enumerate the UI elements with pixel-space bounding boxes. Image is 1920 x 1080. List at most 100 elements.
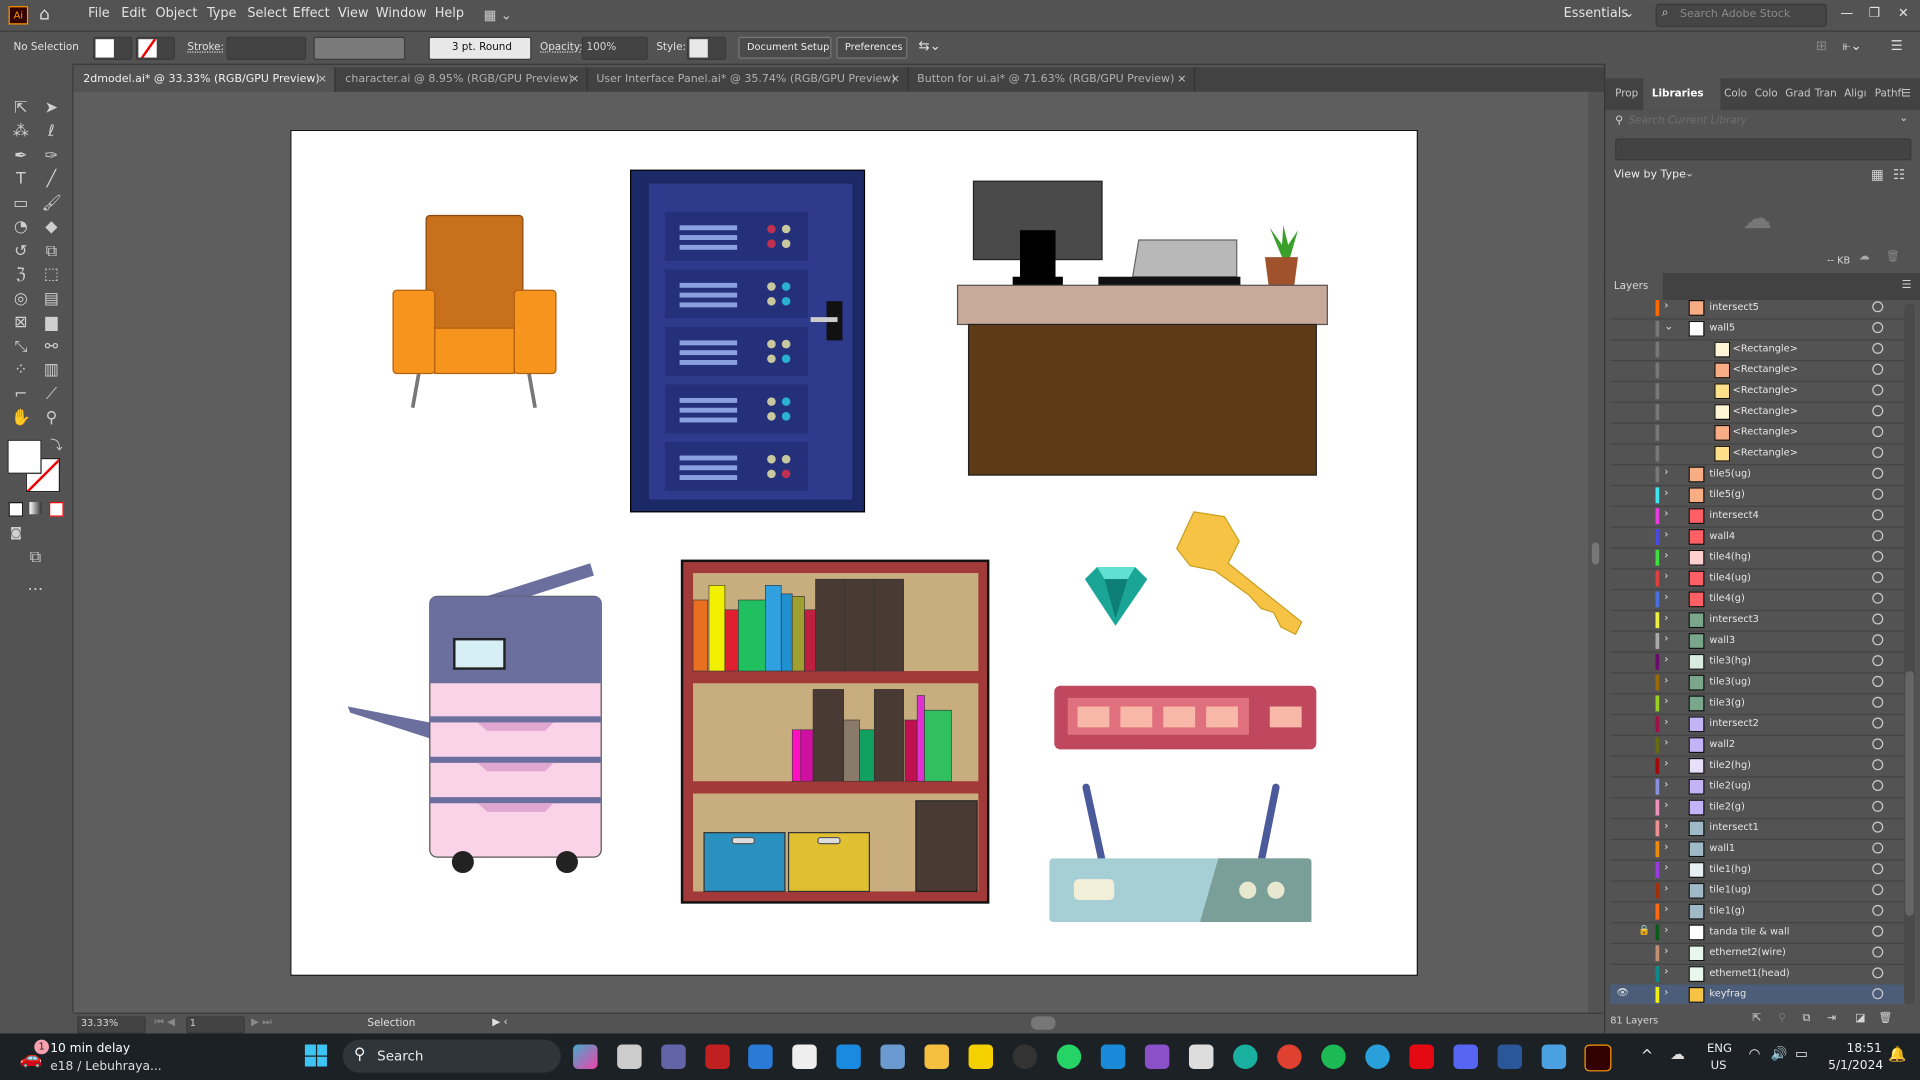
fill-swatch[interactable] — [93, 36, 133, 60]
layer-row[interactable]: › tile1(g) — [1610, 901, 1905, 924]
layer-target-icon[interactable] — [1872, 426, 1884, 438]
layer-target-icon[interactable] — [1872, 509, 1884, 521]
artboard-tool-icon[interactable]: ⌐ — [11, 386, 31, 406]
align-icon[interactable]: ⇆⌄ — [918, 38, 941, 54]
artboard-nav-last-icon[interactable]: ▶ ⏭ — [251, 1016, 272, 1028]
diamond-illustration[interactable] — [1084, 566, 1148, 626]
variable-width-profile[interactable] — [313, 36, 406, 60]
chevron-right-icon[interactable]: › — [1664, 883, 1668, 895]
stroke-swatch[interactable] — [135, 36, 176, 60]
arrange-icon[interactable]: ⊞ — [1816, 38, 1827, 54]
panel-menu-icon[interactable]: ☰ — [1902, 78, 1911, 110]
layer-row[interactable]: › tile2(hg) — [1610, 756, 1905, 778]
layer-target-icon[interactable] — [1872, 342, 1884, 354]
edge-icon[interactable] — [1233, 1044, 1258, 1069]
media-player-icon[interactable] — [1012, 1044, 1038, 1069]
clipping-mask-icon[interactable]: ⧉ — [1802, 1013, 1810, 1025]
tab-align[interactable]: Aligı — [1844, 78, 1866, 110]
brush-definition[interactable]: 3 pt. Round — [428, 36, 532, 60]
menu-list-icon[interactable]: ☰ — [1891, 38, 1903, 54]
layer-target-icon[interactable] — [1872, 904, 1884, 916]
layer-row[interactable]: › tile1(hg) — [1610, 860, 1905, 882]
workspace-switcher[interactable]: Essentials — [1564, 6, 1628, 21]
layer-row[interactable]: › ethernet1(head) — [1610, 964, 1905, 986]
layer-target-icon[interactable] — [1872, 675, 1884, 687]
perspective-grid-icon[interactable]: ▤ — [42, 290, 62, 310]
layer-row[interactable]: <Rectangle> — [1610, 402, 1905, 424]
delete-layer-icon[interactable]: 🗑 — [1878, 1013, 1892, 1025]
layer-target-icon[interactable] — [1872, 800, 1884, 812]
tab-transparency[interactable]: Tran — [1815, 78, 1837, 110]
scale-tool-icon[interactable]: ⧉ — [42, 242, 62, 262]
vertical-scrollbar[interactable] — [1588, 91, 1603, 1013]
layer-row[interactable]: › wall1 — [1610, 839, 1905, 861]
tab-libraries[interactable]: Libraries — [1643, 78, 1721, 111]
close-button[interactable]: ✕ — [1898, 6, 1909, 21]
sticky-notes-icon[interactable] — [968, 1044, 994, 1069]
tab-color-guide[interactable]: Colo — [1755, 78, 1778, 110]
layer-target-icon[interactable] — [1872, 363, 1884, 375]
chevron-right-icon[interactable]: › — [1664, 675, 1668, 687]
chevron-right-icon[interactable]: › — [1664, 487, 1668, 499]
chevron-right-icon[interactable]: › — [1664, 945, 1668, 957]
chevron-right-icon[interactable]: › — [1664, 467, 1668, 479]
lock-icon[interactable]: 🔒 — [1638, 924, 1650, 935]
chevron-right-icon[interactable]: › — [1664, 800, 1668, 812]
layer-target-icon[interactable] — [1872, 780, 1884, 792]
restore-button[interactable]: ❐ — [1869, 6, 1881, 21]
menu-effect[interactable]: Effect — [293, 6, 330, 21]
whatsapp-icon[interactable] — [1056, 1044, 1082, 1069]
chevron-right-icon[interactable]: › — [1664, 862, 1668, 874]
word-icon[interactable] — [1497, 1044, 1523, 1069]
layer-target-icon[interactable] — [1872, 467, 1884, 479]
layer-target-icon[interactable] — [1872, 322, 1884, 334]
blend-tool-icon[interactable]: ⚯ — [42, 338, 62, 358]
armchair-illustration[interactable] — [392, 214, 557, 409]
layer-row[interactable]: › tile2(g) — [1610, 797, 1905, 820]
menu-select[interactable]: Select — [247, 6, 287, 21]
layer-target-icon[interactable] — [1872, 613, 1884, 625]
zoom-level-field[interactable]: 33.33% — [77, 1016, 146, 1034]
rectangle-tool-icon[interactable]: ▭ — [11, 195, 31, 215]
fill-color[interactable] — [7, 439, 42, 474]
printer-illustration[interactable] — [347, 563, 602, 874]
bookshelf-illustration[interactable] — [680, 559, 990, 904]
hand-tool-icon[interactable]: ✋ — [11, 409, 31, 429]
graph-tool-icon[interactable]: ▥ — [42, 361, 62, 381]
teams-icon[interactable] — [661, 1044, 686, 1069]
chevron-right-icon[interactable]: › — [1664, 654, 1668, 666]
new-sublayer-icon[interactable]: ⇥ — [1827, 1013, 1836, 1025]
cloud-sync-icon[interactable]: ☁ — [1859, 251, 1870, 263]
layer-target-icon[interactable] — [1872, 842, 1884, 854]
layer-row[interactable]: › intersect4 — [1610, 506, 1905, 528]
menu-view[interactable]: View — [338, 6, 369, 21]
volume-icon[interactable]: 🔊 — [1771, 1046, 1788, 1062]
opacity-input[interactable]: 100% — [581, 36, 648, 60]
layer-target-icon[interactable] — [1872, 967, 1884, 979]
layer-target-icon[interactable] — [1872, 384, 1884, 396]
chrome-icon[interactable] — [1277, 1044, 1302, 1069]
chevron-right-icon[interactable]: › — [1664, 737, 1668, 749]
menu-type[interactable]: Type — [207, 6, 237, 21]
store-icon[interactable] — [748, 1044, 773, 1069]
layer-target-icon[interactable] — [1872, 571, 1884, 583]
shaper-tool-icon[interactable]: ◔ — [11, 218, 31, 238]
show-hidden-icons[interactable]: ^ — [1641, 1047, 1653, 1064]
chevron-right-icon[interactable]: › — [1664, 300, 1668, 312]
eyedropper-icon[interactable]: ⤡ — [11, 338, 31, 358]
telegram-icon[interactable] — [1365, 1044, 1390, 1069]
layer-row[interactable]: › tile5(ug) — [1610, 464, 1905, 487]
network-switch-illustration[interactable] — [1054, 685, 1317, 750]
illustrator-taskbar-icon[interactable] — [1584, 1044, 1612, 1072]
layer-row[interactable]: <Rectangle> — [1610, 422, 1905, 445]
menu-file[interactable]: File — [88, 6, 110, 21]
tab-color[interactable]: Colo — [1724, 78, 1747, 110]
chevron-right-icon[interactable]: › — [1664, 550, 1668, 562]
chevron-right-icon[interactable]: › — [1664, 904, 1668, 916]
clock-date[interactable]: 5/1/2024 — [1828, 1059, 1883, 1072]
free-transform-icon[interactable]: ⬚ — [42, 266, 62, 286]
rotate-tool-icon[interactable]: ↺ — [11, 242, 31, 262]
mail-icon[interactable] — [836, 1044, 861, 1069]
notepad-icon[interactable] — [1541, 1044, 1567, 1069]
trash-icon[interactable]: 🗑 — [1886, 251, 1900, 263]
